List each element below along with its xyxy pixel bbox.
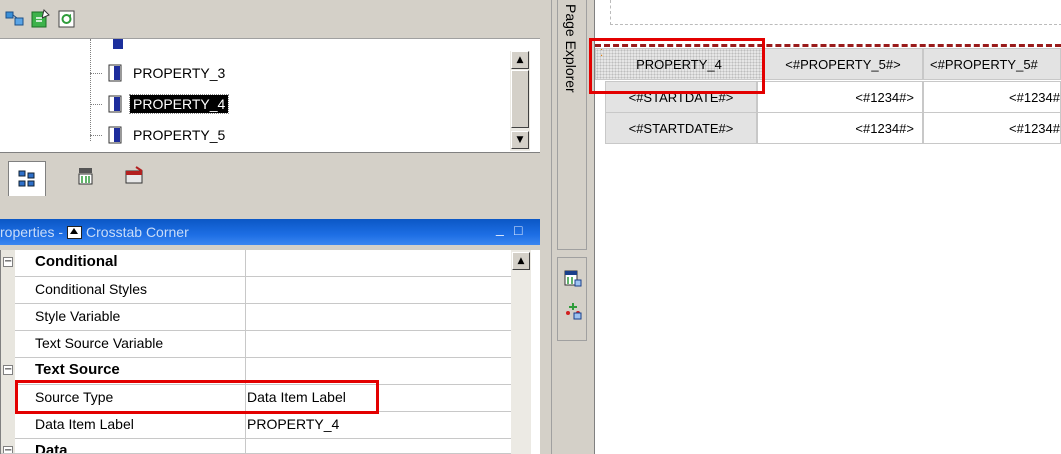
property-name: Conditional <box>35 253 118 270</box>
highlight-box <box>589 38 765 94</box>
fact-cell-value: <#1234# <box>1009 89 1060 105</box>
property-row-data-item-label[interactable]: Data Item Label PROPERTY_4 <box>1 412 521 439</box>
column-divider <box>245 250 246 277</box>
data-item-icon <box>106 126 124 144</box>
column-divider <box>245 331 246 358</box>
scroll-up-button[interactable]: ▲ <box>511 51 529 69</box>
toolbox-tab-icon <box>124 166 144 186</box>
crosstab-column-header[interactable]: <#PROPERTY_5#> <box>763 48 923 80</box>
condition-explorer-icon[interactable] <box>564 302 582 320</box>
collapse-icon[interactable]: − <box>3 257 13 267</box>
row-gutter <box>1 331 15 358</box>
data-items-icon[interactable] <box>57 9 77 29</box>
select-ancestor-icon[interactable] <box>67 225 83 239</box>
top-toolbar <box>0 0 551 38</box>
data-item-icon <box>106 64 124 82</box>
tab-source[interactable] <box>8 161 46 196</box>
column-divider <box>245 439 246 453</box>
row-gutter <box>1 277 15 304</box>
column-divider <box>245 304 246 331</box>
collapse-icon[interactable]: − <box>3 446 13 453</box>
properties-scrollbar[interactable]: ▲ <box>511 250 531 454</box>
highlight-box <box>15 380 379 414</box>
column-header-label: <#PROPERTY_5#> <box>785 56 901 72</box>
properties-title-prefix: roperties - <box>0 224 64 240</box>
column-divider <box>245 412 246 439</box>
property-category-conditional[interactable]: − Conditional <box>1 250 521 277</box>
source-tab-icon <box>17 169 37 189</box>
fact-cell-value: <#1234#> <box>855 120 914 136</box>
row-gutter <box>1 385 15 412</box>
column-divider <box>245 277 246 304</box>
crosstab-column-header[interactable]: <#PROPERTY_5# <box>923 48 1061 80</box>
data-items-tab-icon <box>76 166 96 186</box>
block-boundary <box>610 0 1061 25</box>
page-explorer-tab[interactable]: Page Explorer <box>557 0 587 250</box>
tree-item-label: PROPERTY_4 <box>128 94 230 114</box>
properties-title-object: Crosstab Corner <box>86 224 189 240</box>
scroll-thumb[interactable] <box>511 70 529 128</box>
property-row-style-variable[interactable]: Style Variable <box>1 304 521 331</box>
property-value[interactable]: PROPERTY_4 <box>247 416 339 432</box>
tree-view: PROPERTY_3 PROPERTY_4 PROPERTY_5 ▲ ▼ <box>0 38 540 152</box>
row-gutter <box>1 304 15 331</box>
tree-item-property-3[interactable]: PROPERTY_3 <box>106 62 228 84</box>
scroll-down-button[interactable]: ▼ <box>511 131 529 149</box>
scroll-up-button[interactable]: ▲ <box>512 252 530 270</box>
property-name: Data <box>35 442 68 454</box>
minimize-button[interactable]: _ <box>496 220 504 236</box>
row-header-label: <#STARTDATE#> <box>628 120 734 136</box>
crosstab-row-header[interactable]: <#STARTDATE#> <box>605 112 757 144</box>
tab-data-items[interactable] <box>68 161 104 191</box>
page-explorer-label: Page Explorer <box>563 4 579 93</box>
tree-connector <box>90 39 92 141</box>
property-category-data[interactable]: − Data <box>1 439 521 454</box>
crosstab-fact-cell[interactable]: <#1234# <box>923 112 1061 144</box>
insertable-objects-icon[interactable] <box>5 9 25 29</box>
tree-connector <box>90 135 102 137</box>
properties-title-bar: roperties - Crosstab Corner _ □ <box>0 219 540 245</box>
side-toolbar <box>557 257 587 341</box>
partial-tree-icon <box>113 39 123 49</box>
property-name: Data Item Label <box>35 416 134 432</box>
crosstab-fact-cell[interactable]: <#1234# <box>923 81 1061 113</box>
column-header-label: <#PROPERTY_5# <box>930 56 1038 72</box>
row-gutter <box>1 412 15 439</box>
tree-item-property-5[interactable]: PROPERTY_5 <box>106 124 228 146</box>
collapse-icon[interactable]: − <box>3 365 13 375</box>
report-canvas[interactable]: ⁚ PROPERTY_4 <#PROPERTY_5#> <#PROPERTY_5… <box>589 0 1061 454</box>
tree-item-label: PROPERTY_3 <box>133 65 226 81</box>
property-name: Style Variable <box>35 308 121 324</box>
property-name: Text Source <box>35 361 120 378</box>
properties-grid: − Conditional Conditional Styles Style V… <box>0 250 540 454</box>
crosstab-fact-cell[interactable]: <#1234#> <box>757 81 923 113</box>
tree-connector <box>90 104 102 106</box>
property-row-text-source-variable[interactable]: Text Source Variable <box>1 331 521 358</box>
tree-item-property-4[interactable]: PROPERTY_4 <box>106 93 230 115</box>
tree-item-label: PROPERTY_5 <box>133 127 226 143</box>
tree-connector <box>90 73 102 75</box>
tab-toolbox[interactable] <box>116 161 152 191</box>
maximize-button[interactable]: □ <box>514 222 522 238</box>
fact-cell-value: <#1234#> <box>855 89 914 105</box>
pane-tab-bar <box>0 152 540 212</box>
data-item-icon <box>106 95 124 113</box>
fact-cell-value: <#1234# <box>1009 120 1060 136</box>
refresh-green-icon[interactable] <box>30 9 50 29</box>
query-explorer-icon[interactable] <box>564 270 582 288</box>
tree-scrollbar[interactable]: ▲ ▼ <box>510 51 530 151</box>
property-name: Text Source Variable <box>35 335 164 351</box>
property-row-conditional-styles[interactable]: Conditional Styles <box>1 277 521 304</box>
property-name: Conditional Styles <box>35 281 148 297</box>
crosstab-fact-cell[interactable]: <#1234#> <box>757 112 923 144</box>
